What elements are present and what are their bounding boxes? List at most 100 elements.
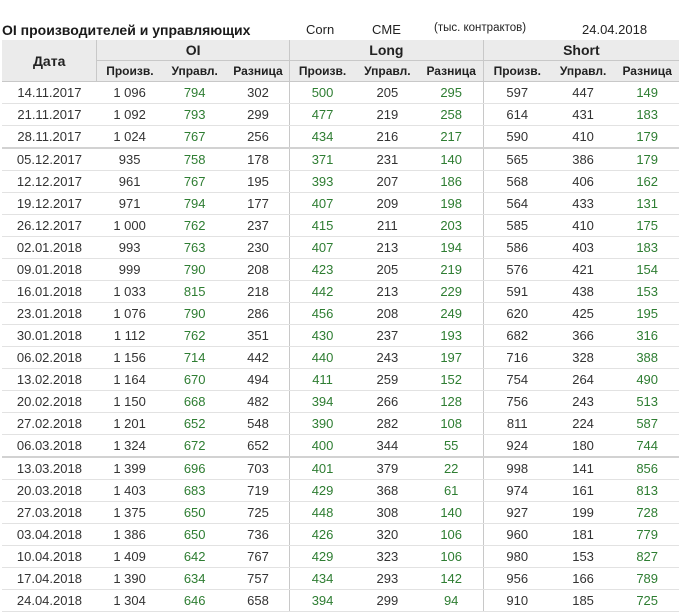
table-cell: 407 [289,236,356,259]
table-cell: 974 [482,479,551,502]
table-cell: 935 [96,147,163,171]
table-cell: 154 [615,258,679,281]
table-cell: 794 [162,81,227,104]
row-date: 10.04.2018 [2,545,97,568]
table-cell: 438 [550,280,616,303]
table-cell: 762 [162,214,227,237]
table-cell: 703 [226,456,290,480]
table-row: 13.03.2018 1 399 696 703 401 379 22 998 141 856 [2,456,679,480]
table-cell: 646 [162,589,227,612]
table-cell: 386 [550,147,616,171]
table-row: 30.01.2018 1 112 762 351 430 237 193 682 366 316 [2,324,679,347]
unit-label: (тыс. контрактов) [434,22,527,34]
table-cell: 183 [615,103,679,126]
table-cell: 142 [419,567,484,590]
table-cell: 351 [226,324,290,347]
row-date: 21.11.2017 [2,103,97,126]
table-cell: 565 [482,147,551,171]
row-date: 17.04.2018 [2,567,97,590]
table-cell: 179 [615,125,679,149]
table-cell: 744 [615,434,679,458]
table-row: 10.04.2018 1 409 642 767 429 323 106 980 153 827 [2,545,679,568]
table-cell: 213 [355,236,420,259]
table-cell: 295 [419,81,484,104]
table-cell: 433 [550,192,616,215]
table-cell: 243 [550,390,616,413]
table-cell: 430 [289,324,356,347]
table-cell: 762 [162,324,227,347]
table-cell: 1 386 [96,523,163,546]
subheader-long-difference: Разница [419,60,484,82]
table-cell: 429 [289,479,356,502]
table-cell: 956 [482,567,551,590]
table-cell: 217 [419,125,484,149]
table-cell: 293 [355,567,420,590]
table-cell: 587 [615,412,679,435]
table-cell: 585 [482,214,551,237]
table-cell: 400 [289,434,356,458]
table-cell: 652 [226,434,290,458]
report-title: OI производителей и управляющих [2,22,251,38]
table-cell: 999 [96,258,163,281]
table-cell: 1 201 [96,412,163,435]
table-cell: 193 [419,324,484,347]
row-date: 23.01.2018 [2,302,97,325]
table-cell: 614 [482,103,551,126]
table-cell: 736 [226,523,290,546]
table-cell: 302 [226,81,290,104]
subheader-short-managers: Управл. [550,60,616,82]
row-date: 27.02.2018 [2,412,97,435]
table-cell: 793 [162,103,227,126]
table-cell: 108 [419,412,484,435]
table-cell: 993 [96,236,163,259]
table-cell: 403 [550,236,616,259]
row-date: 28.11.2017 [2,125,97,149]
table-cell: 299 [226,103,290,126]
table-cell: 207 [355,170,420,193]
subheader-oi-managers: Управл. [162,60,227,82]
table-cell: 767 [226,545,290,568]
table-cell: 106 [419,523,484,546]
table-cell: 406 [550,170,616,193]
table-cell: 961 [96,170,163,193]
subheader-short-difference: Разница [615,60,679,82]
table-cell: 564 [482,192,551,215]
table-cell: 683 [162,479,227,502]
table-cell: 328 [550,346,616,369]
table-cell: 434 [289,125,356,149]
table-cell: 442 [289,280,356,303]
table-cell: 1 375 [96,501,163,524]
table-cell: 149 [615,81,679,104]
table-cell: 668 [162,390,227,413]
table-row: 20.02.2018 1 150 668 482 394 266 128 756 243 513 [2,390,679,413]
table-cell: 410 [550,125,616,149]
table-cell: 179 [615,147,679,171]
table-cell: 513 [615,390,679,413]
table-row: 21.11.2017 1 092 793 299 477 219 258 614 431 183 [2,103,679,126]
table-cell: 197 [419,346,484,369]
table-cell: 856 [615,456,679,480]
table-cell: 790 [162,258,227,281]
table-cell: 1 033 [96,280,163,303]
table-cell: 924 [482,434,551,458]
table-cell: 153 [615,280,679,303]
table-cell: 1 403 [96,479,163,502]
table-cell: 779 [615,523,679,546]
table-row: 06.02.2018 1 156 714 442 440 243 197 716 328 388 [2,346,679,369]
table-cell: 1 112 [96,324,163,347]
table-cell: 153 [550,545,616,568]
table-cell: 205 [355,258,420,281]
table-cell: 162 [615,170,679,193]
table-cell: 763 [162,236,227,259]
table-row: 17.04.2018 1 390 634 757 434 293 142 956 166 789 [2,567,679,590]
row-date: 27.03.2018 [2,501,97,524]
table-cell: 1 304 [96,589,163,612]
table-cell: 368 [355,479,420,502]
table-cell: 205 [355,81,420,104]
table-cell: 390 [289,412,356,435]
table-cell: 393 [289,170,356,193]
subheader-long-producers: Произв. [289,60,356,82]
row-date: 02.01.2018 [2,236,97,259]
table-cell: 1 000 [96,214,163,237]
table-cell: 971 [96,192,163,215]
